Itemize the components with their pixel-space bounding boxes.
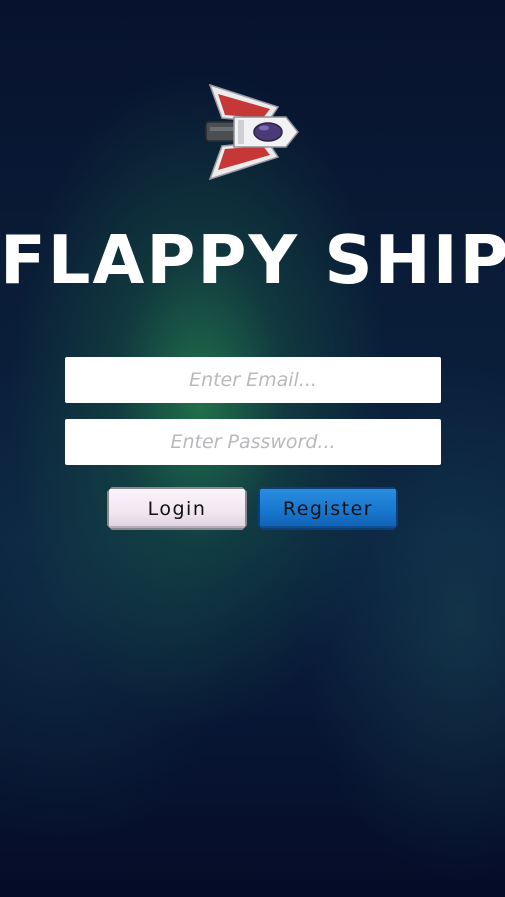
login-button-label: Login <box>147 497 207 520</box>
register-button[interactable]: Register <box>258 487 398 530</box>
login-button[interactable]: Login <box>107 487 247 530</box>
email-field[interactable] <box>65 357 441 403</box>
spaceship-icon <box>200 80 304 184</box>
password-field[interactable] <box>65 419 441 465</box>
game-title: FLAPPY SHIP <box>0 221 505 299</box>
register-button-label: Register <box>282 497 374 520</box>
